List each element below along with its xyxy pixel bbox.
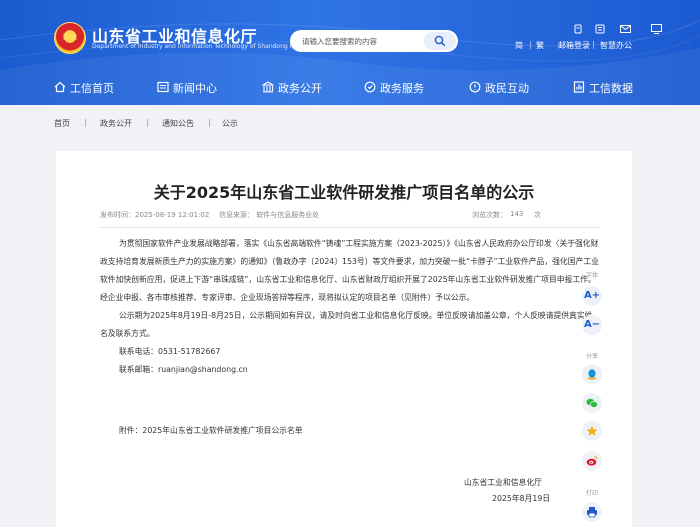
views-label: 浏览次数： — [472, 211, 507, 219]
government-icon — [262, 81, 274, 93]
search-button[interactable] — [424, 32, 456, 50]
site-subtitle: Department of Industry and Information T… — [92, 43, 316, 50]
link-separator: | — [529, 40, 532, 49]
emblem-glyph: 国徽 — [63, 33, 77, 41]
signature-org: 山东省工业和信息化厅 — [464, 478, 542, 487]
search-box — [290, 30, 458, 52]
meta-divider — [100, 227, 600, 228]
breadcrumb-current[interactable]: 公示 — [222, 118, 238, 129]
nav-label: 工信首页 — [70, 82, 114, 95]
office-icon[interactable] — [650, 24, 662, 36]
share-label: 分享 — [585, 353, 598, 360]
header-tool-icons — [566, 24, 686, 36]
nav-label: 政民互动 — [485, 82, 529, 95]
weibo-icon — [586, 456, 598, 466]
breadcrumb-notices[interactable]: 通知公告 — [162, 118, 194, 129]
share-wechat-button[interactable] — [582, 393, 602, 413]
simplified-link[interactable]: 简 — [515, 40, 523, 51]
mail-login-link[interactable]: 邮箱登录 — [558, 40, 590, 51]
font-decrease-button[interactable]: A− — [582, 315, 602, 335]
main-nav: 工信首页 新闻中心 政务公开 政务服务 政民互动 工信数据 — [0, 78, 700, 100]
qq-icon — [587, 369, 597, 380]
wechat-icon — [586, 398, 598, 408]
nav-label: 工信数据 — [589, 82, 633, 95]
body-paragraph: 公示期为2025年8月19日-8月25日，公示期间如有异议，请及时向省工业和信息… — [100, 311, 593, 338]
nav-item-news[interactable]: 新闻中心 — [157, 78, 217, 100]
nav-label: 政务公开 — [278, 82, 322, 95]
service-icon — [364, 81, 376, 93]
link-separator: | — [592, 40, 595, 49]
news-icon — [157, 81, 169, 93]
nav-label: 政务服务 — [380, 82, 424, 95]
nav-item-data[interactable]: 工信数据 — [573, 78, 633, 100]
article-card: 关于2025年山东省工业软件研发推广项目名单的公示 发布时间：2025-08-1… — [56, 151, 632, 527]
info-source: 信息来源： 软件与信息服务业处 — [219, 211, 320, 219]
search-input[interactable] — [302, 33, 422, 49]
article-meta: 发布时间：2025-08-19 12:01:02 信息来源： 软件与信息服务业处… — [100, 210, 600, 222]
share-favorite-button[interactable] — [582, 421, 602, 441]
article-title: 关于2025年山东省工业软件研发推广项目名单的公示 — [153, 183, 535, 202]
national-emblem-logo[interactable]: 国徽 — [54, 22, 86, 54]
views-unit: 次 — [534, 211, 541, 219]
breadcrumb: 首页 | 政务公开 | 通知公告 | 公示 — [0, 118, 700, 138]
share-qq-button[interactable] — [582, 364, 602, 384]
contact-phone: 联系电话：0531-51782667 — [119, 347, 221, 356]
nav-item-gov-affairs[interactable]: 政务公开 — [262, 78, 322, 100]
breadcrumb-gov-affairs[interactable]: 政务公开 — [100, 118, 132, 129]
font-label: 字体 — [585, 272, 598, 279]
nav-item-gov-service[interactable]: 政务服务 — [364, 78, 424, 100]
nav-item-interaction[interactable]: 政民互动 — [469, 78, 529, 100]
breadcrumb-separator: | — [84, 118, 87, 127]
breadcrumb-separator: | — [146, 118, 149, 127]
data-icon — [573, 81, 585, 93]
print-label: 打印 — [585, 490, 598, 497]
side-toolbar: 字体 A+ A− 分享 打印 — [574, 264, 610, 527]
share-weibo-button[interactable] — [582, 451, 602, 471]
article-body: 为贯彻国家软件产业发展战略部署，落实《山东省高端软件“铸魂”工程实施方案（202… — [100, 235, 600, 379]
printer-icon — [587, 507, 597, 518]
header-tool-links: 简 | 繁 邮箱登录 | 智慧办公 — [512, 40, 692, 52]
views-count: 143 — [510, 210, 524, 218]
nav-item-home[interactable]: 工信首页 — [54, 78, 114, 100]
nav-label: 新闻中心 — [173, 82, 217, 95]
site-header: 国徽 山东省工业和信息化厅 Department of Industry and… — [0, 0, 700, 105]
signature-date: 2025年8月19日 — [492, 494, 551, 503]
traditional-chinese-icon[interactable] — [594, 24, 606, 36]
font-increase-button[interactable]: A+ — [582, 286, 602, 306]
simplified-chinese-icon[interactable] — [572, 24, 584, 36]
attachment-link[interactable]: 附件：2025年山东省工业软件研发推广项目公示名单 — [119, 425, 303, 436]
breadcrumb-home[interactable]: 首页 — [54, 118, 70, 129]
print-button[interactable] — [582, 502, 602, 522]
search-icon — [434, 35, 446, 47]
star-icon — [586, 425, 598, 436]
mail-icon[interactable] — [619, 24, 631, 36]
smart-office-link[interactable]: 智慧办公 — [600, 40, 632, 51]
traditional-link[interactable]: 繁 — [536, 40, 544, 51]
home-icon — [54, 81, 66, 93]
breadcrumb-separator: | — [208, 118, 211, 127]
body-paragraph: 为贯彻国家软件产业发展战略部署，落实《山东省高端软件“铸魂”工程实施方案（202… — [100, 239, 599, 302]
contact-email: 联系邮箱：ruanjian@shandong.cn — [119, 365, 248, 374]
interaction-icon — [469, 81, 481, 93]
publish-time: 发布时间：2025-08-19 12:01:02 — [100, 211, 210, 219]
